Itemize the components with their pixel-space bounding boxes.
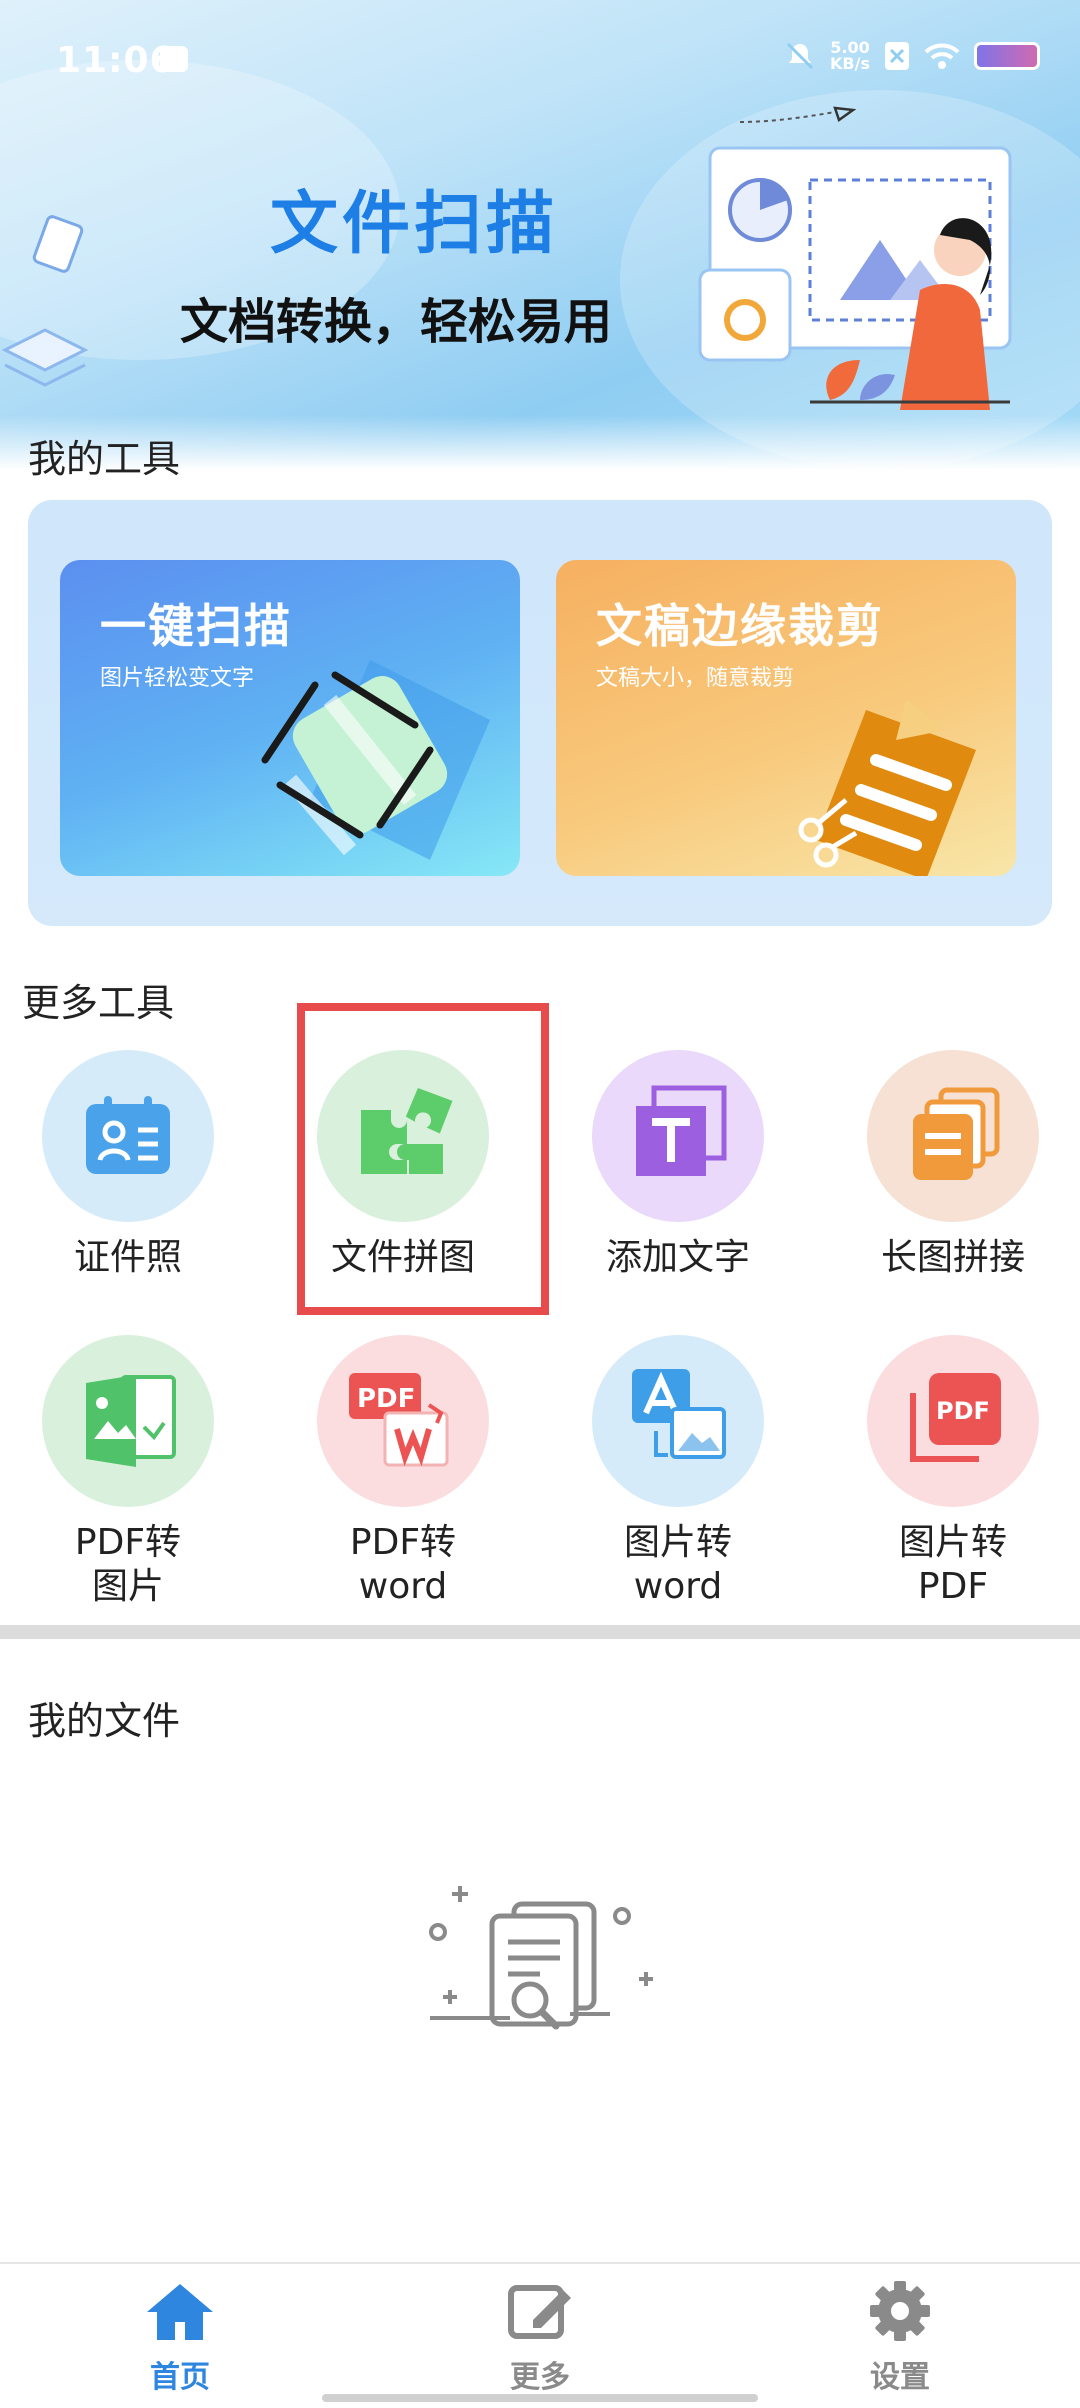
home-screen: 11:06 5.00 KB/s 文件扫描 文档转换，轻松易用 我的工具 一键扫描… — [0, 0, 1080, 2408]
scan-card-subtitle: 图片轻松变文字 — [100, 666, 255, 691]
stack-icon — [867, 1050, 1039, 1222]
id-card-icon — [42, 1050, 214, 1222]
tool-label: PDF转 图片 — [74, 1522, 182, 1607]
empty-files-icon — [429, 1886, 653, 2030]
edit-icon — [508, 2285, 571, 2339]
scan-illustration-icon — [698, 146, 1012, 410]
tool-long-image-stitch[interactable]: 长图拼接 — [843, 1050, 1063, 1280]
status-time: 11:06 — [56, 40, 176, 81]
tool-label: 添加文字 — [605, 1237, 750, 1278]
edge-crop-card[interactable]: 文稿边缘裁剪 文稿大小，随意裁剪 — [556, 560, 1016, 876]
image-to-pdf-icon: PDF — [867, 1335, 1039, 1507]
my-tools-title: 我的工具 — [28, 437, 181, 481]
tool-pdf-to-word[interactable]: PDF PDF转 word — [293, 1335, 513, 1609]
tool-pdf-to-image[interactable]: PDF转 图片 — [18, 1335, 238, 1609]
section-divider — [0, 1625, 1080, 1639]
banner-subtitle: 文档转换，轻松易用 — [180, 294, 613, 350]
battery-icon — [974, 42, 1040, 70]
one-click-scan-card[interactable]: 一键扫描 图片轻松变文字 — [60, 560, 520, 876]
clipboard-icon — [32, 215, 84, 273]
crop-document-icon — [798, 700, 976, 876]
nav-settings-label: 设置 — [870, 2360, 930, 2395]
more-tools-title: 更多工具 — [22, 981, 175, 1025]
network-speed: 5.00 KB/s — [830, 38, 870, 73]
bottom-nav: 首页 更多 设置 — [0, 2262, 1080, 2408]
sim-icon — [885, 42, 909, 70]
message-icon — [160, 46, 188, 72]
tool-label: 图片转 PDF — [898, 1522, 1007, 1607]
tool-add-text[interactable]: 添加文字 — [568, 1050, 788, 1280]
highlight-frame — [297, 1003, 549, 1315]
banner-title: 文件扫描 — [270, 185, 559, 264]
tool-label: 证件照 — [73, 1237, 182, 1278]
image-to-word-icon — [592, 1335, 764, 1507]
wifi-icon — [924, 43, 960, 69]
scan-frame-icon — [261, 660, 490, 860]
gesture-bar[interactable] — [322, 2394, 758, 2402]
crop-card-subtitle: 文稿大小，随意裁剪 — [596, 666, 795, 691]
nav-home[interactable]: 首页 — [90, 2280, 270, 2396]
nav-home-label: 首页 — [150, 2360, 210, 2395]
paper-plane-icon — [740, 106, 857, 123]
tool-image-to-pdf[interactable]: PDF 图片转 PDF — [843, 1335, 1063, 1609]
tool-label: PDF转 word — [349, 1522, 457, 1607]
nav-settings[interactable]: 设置 — [810, 2280, 990, 2396]
my-tools-card: 一键扫描 图片轻松变文字 文稿边缘裁剪 文稿大小，随意裁剪 — [28, 500, 1052, 926]
my-files-title: 我的文件 — [28, 1699, 181, 1743]
nav-more-label: 更多 — [510, 2360, 570, 2395]
tool-label: 图片转 word — [623, 1522, 732, 1607]
svg-text:PDF: PDF — [936, 1397, 990, 1425]
text-icon — [592, 1050, 764, 1222]
tool-image-to-word[interactable]: 图片转 word — [568, 1335, 788, 1609]
mute-icon — [786, 42, 814, 70]
layers-icon — [1, 328, 89, 387]
nav-more[interactable]: 更多 — [450, 2280, 630, 2396]
status-bar: 11:06 5.00 KB/s — [0, 0, 1080, 125]
pdf-to-word-icon: PDF — [317, 1335, 489, 1507]
banner: 11:06 5.00 KB/s 文件扫描 文档转换，轻松易用 — [0, 0, 1080, 470]
settings-icon — [870, 2281, 930, 2341]
pdf-to-image-icon — [42, 1335, 214, 1507]
tool-id-photo[interactable]: 证件照 — [18, 1050, 238, 1280]
svg-text:PDF: PDF — [357, 1384, 415, 1414]
home-icon — [147, 2284, 213, 2340]
tool-label: 长图拼接 — [880, 1237, 1025, 1278]
crop-card-title: 文稿边缘裁剪 — [596, 599, 884, 653]
